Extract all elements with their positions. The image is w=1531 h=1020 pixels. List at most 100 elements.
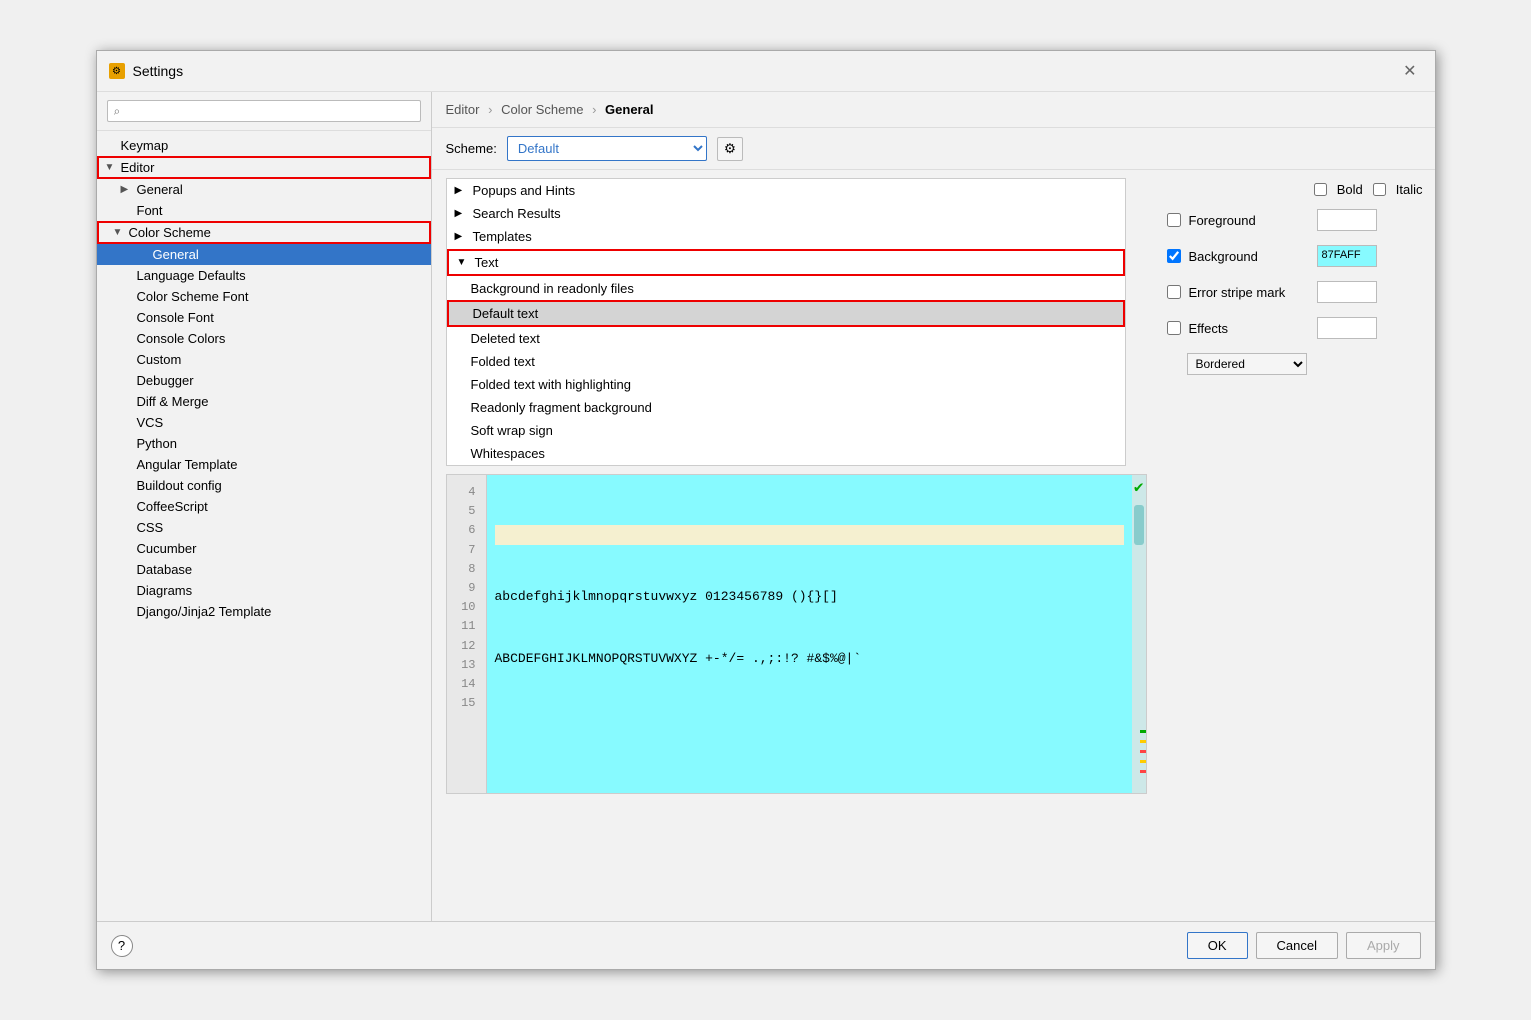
effects-checkbox[interactable] xyxy=(1167,321,1181,335)
background-color-box[interactable]: 87FAFF xyxy=(1317,245,1377,267)
cat-search-results[interactable]: ▶ Search Results xyxy=(447,202,1125,225)
bold-label[interactable]: Bold xyxy=(1314,182,1363,197)
cat-deleted-text[interactable]: Deleted text xyxy=(447,327,1125,350)
dialog-title: Settings xyxy=(133,63,184,79)
foreground-color-box[interactable] xyxy=(1317,209,1377,231)
apply-button[interactable]: Apply xyxy=(1346,932,1421,959)
preview-area: 4 5 6 7 8 9 10 11 12 13 14 15 xyxy=(446,474,1147,794)
background-row: Background 87FAFF xyxy=(1167,243,1423,269)
settings-dialog: ⚙ Settings ✕ Keymap ▼ Editor xyxy=(96,50,1436,970)
sidebar-item-coffeescript[interactable]: CoffeeScript xyxy=(97,496,431,517)
sidebar-item-diagrams[interactable]: Diagrams xyxy=(97,580,431,601)
footer-buttons: OK Cancel Apply xyxy=(1187,932,1421,959)
sidebar-item-colorscheme-general[interactable]: General xyxy=(97,244,431,265)
bc-editor: Editor xyxy=(446,102,480,117)
sidebar-item-font[interactable]: Font xyxy=(97,200,431,221)
effects-color-box[interactable] xyxy=(1317,317,1377,339)
sidebar-item-python[interactable]: Python xyxy=(97,433,431,454)
code-line-8 xyxy=(495,774,1124,793)
italic-checkbox[interactable] xyxy=(1373,183,1386,196)
background-color-value: 87FAFF xyxy=(1318,247,1365,263)
expand-icon: ▼ xyxy=(105,162,117,173)
gear-button[interactable]: ⚙ xyxy=(717,137,743,161)
cat-folded-text[interactable]: Folded text xyxy=(447,350,1125,373)
effects-row: Effects xyxy=(1167,315,1423,341)
code-line-5: abcdefghijklmnopqrstuvwxyz 0123456789 ()… xyxy=(495,587,1124,608)
sidebar-item-general[interactable]: ▶ General xyxy=(97,179,431,200)
code-content: abcdefghijklmnopqrstuvwxyz 0123456789 ()… xyxy=(487,475,1132,793)
sidebar-item-vcs[interactable]: VCS xyxy=(97,412,431,433)
sidebar-item-custom[interactable]: Custom xyxy=(97,349,431,370)
cat-popups-hints[interactable]: ▶ Popups and Hints xyxy=(447,179,1125,202)
bordered-row: Bordered xyxy=(1167,351,1423,377)
error-stripe-label: Error stripe mark xyxy=(1189,285,1309,300)
code-line-6: ABCDEFGHIJKLMNOPQRSTUVWXYZ +-*/= .,;:!? … xyxy=(495,649,1124,670)
foreground-label: Foreground xyxy=(1189,213,1309,228)
foreground-checkbox[interactable] xyxy=(1167,213,1181,227)
cat-templates[interactable]: ▶ Templates xyxy=(447,225,1125,248)
sidebar-item-diff-merge[interactable]: Diff & Merge xyxy=(97,391,431,412)
content-area: ▶ Popups and Hints ▶ Search Results ▶ Te… xyxy=(432,170,1435,921)
cat-bg-readonly[interactable]: Background in readonly files xyxy=(447,277,1125,300)
code-line-7 xyxy=(495,712,1124,733)
bordered-select[interactable]: Bordered xyxy=(1187,353,1307,375)
error-stripe-checkbox[interactable] xyxy=(1167,285,1181,299)
sidebar-item-language-defaults[interactable]: Language Defaults xyxy=(97,265,431,286)
checkmark-icon: ✔ xyxy=(1134,477,1144,497)
sidebar: Keymap ▼ Editor ▶ General Font xyxy=(97,92,432,921)
italic-label[interactable]: Italic xyxy=(1373,182,1423,197)
sidebar-item-buildout[interactable]: Buildout config xyxy=(97,475,431,496)
sidebar-item-database[interactable]: Database xyxy=(97,559,431,580)
bold-italic-row: Bold Italic xyxy=(1167,178,1423,197)
bc-sep1: › xyxy=(488,102,492,117)
search-box xyxy=(97,92,431,131)
cat-whitespaces[interactable]: Whitespaces xyxy=(447,442,1125,465)
cat-text[interactable]: ▼ Text xyxy=(447,249,1125,276)
sidebar-item-css[interactable]: CSS xyxy=(97,517,431,538)
sidebar-tree: Keymap ▼ Editor ▶ General Font xyxy=(97,131,431,921)
scheme-row: Scheme: Default Darcula High Contrast ⚙ xyxy=(432,128,1435,170)
sidebar-item-cucumber[interactable]: Cucumber xyxy=(97,538,431,559)
sidebar-item-colorscheme[interactable]: ▼ Color Scheme xyxy=(97,221,431,244)
bold-checkbox[interactable] xyxy=(1314,183,1327,196)
sidebar-item-editor[interactable]: ▼ Editor xyxy=(97,156,431,179)
effects-label: Effects xyxy=(1189,321,1309,336)
background-label: Background xyxy=(1189,249,1309,264)
line-numbers: 4 5 6 7 8 9 10 11 12 13 14 15 xyxy=(447,475,487,793)
sidebar-item-keymap[interactable]: Keymap xyxy=(97,135,431,156)
sidebar-item-console-colors[interactable]: Console Colors xyxy=(97,328,431,349)
close-button[interactable]: ✕ xyxy=(1397,59,1422,83)
scroll-mark-red xyxy=(1140,750,1146,753)
scroll-mark-yellow xyxy=(1140,740,1146,743)
background-checkbox[interactable] xyxy=(1167,249,1181,263)
scroll-thumb[interactable] xyxy=(1134,505,1144,545)
help-button[interactable]: ? xyxy=(111,935,133,957)
search-input[interactable] xyxy=(107,100,421,122)
code-line-4 xyxy=(495,525,1124,546)
dialog-body: Keymap ▼ Editor ▶ General Font xyxy=(97,92,1435,921)
bc-sep2: › xyxy=(592,102,596,117)
cat-soft-wrap[interactable]: Soft wrap sign xyxy=(447,419,1125,442)
sidebar-item-console-font[interactable]: Console Font xyxy=(97,307,431,328)
scheme-label: Scheme: xyxy=(446,141,497,156)
sidebar-item-angular[interactable]: Angular Template xyxy=(97,454,431,475)
scroll-mark-red2 xyxy=(1140,770,1146,773)
category-tree: ▶ Popups and Hints ▶ Search Results ▶ Te… xyxy=(446,178,1126,466)
sidebar-item-debugger[interactable]: Debugger xyxy=(97,370,431,391)
ok-button[interactable]: OK xyxy=(1187,932,1248,959)
error-stripe-color-box[interactable] xyxy=(1317,281,1377,303)
cancel-button[interactable]: Cancel xyxy=(1256,932,1338,959)
scroll-mark-green xyxy=(1140,730,1146,733)
foreground-row: Foreground xyxy=(1167,207,1423,233)
scheme-select[interactable]: Default Darcula High Contrast xyxy=(507,136,707,161)
cat-folded-highlight[interactable]: Folded text with highlighting xyxy=(447,373,1125,396)
cat-default-text[interactable]: Default text xyxy=(447,300,1125,327)
sidebar-item-django[interactable]: Django/Jinja2 Template xyxy=(97,601,431,622)
main-content: Editor › Color Scheme › General Scheme: … xyxy=(432,92,1435,921)
expand-icon: ▶ xyxy=(121,184,133,195)
sidebar-item-colorscheme-font[interactable]: Color Scheme Font xyxy=(97,286,431,307)
cat-readonly-bg[interactable]: Readonly fragment background xyxy=(447,396,1125,419)
settings-icon: ⚙ xyxy=(109,63,125,79)
scrollbar-area: ✔ xyxy=(1132,475,1146,793)
right-panel: Bold Italic Foreground xyxy=(1155,170,1435,921)
